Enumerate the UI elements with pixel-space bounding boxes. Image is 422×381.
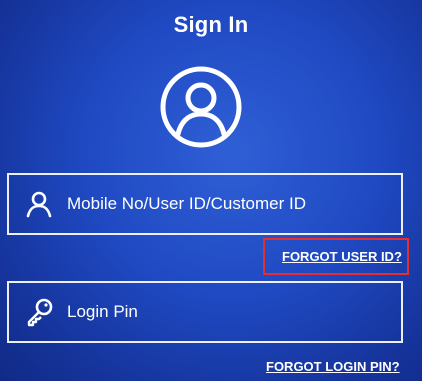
user-circle-icon	[158, 64, 244, 150]
sign-in-screen: Sign In Mobile No/User ID/Customer ID FO…	[0, 0, 422, 381]
user-icon	[21, 186, 57, 222]
key-icon	[21, 294, 57, 330]
page-title: Sign In	[173, 12, 249, 37]
forgot-login-pin-link[interactable]: FORGOT LOGIN PIN?	[266, 359, 400, 374]
login-pin-placeholder: Login Pin	[67, 302, 138, 321]
user-id-placeholder: Mobile No/User ID/Customer ID	[67, 194, 307, 213]
forgot-user-id-highlight	[263, 238, 409, 275]
login-pin-field[interactable]: Login Pin	[7, 281, 403, 343]
user-id-field[interactable]: Mobile No/User ID/Customer ID	[7, 173, 403, 235]
